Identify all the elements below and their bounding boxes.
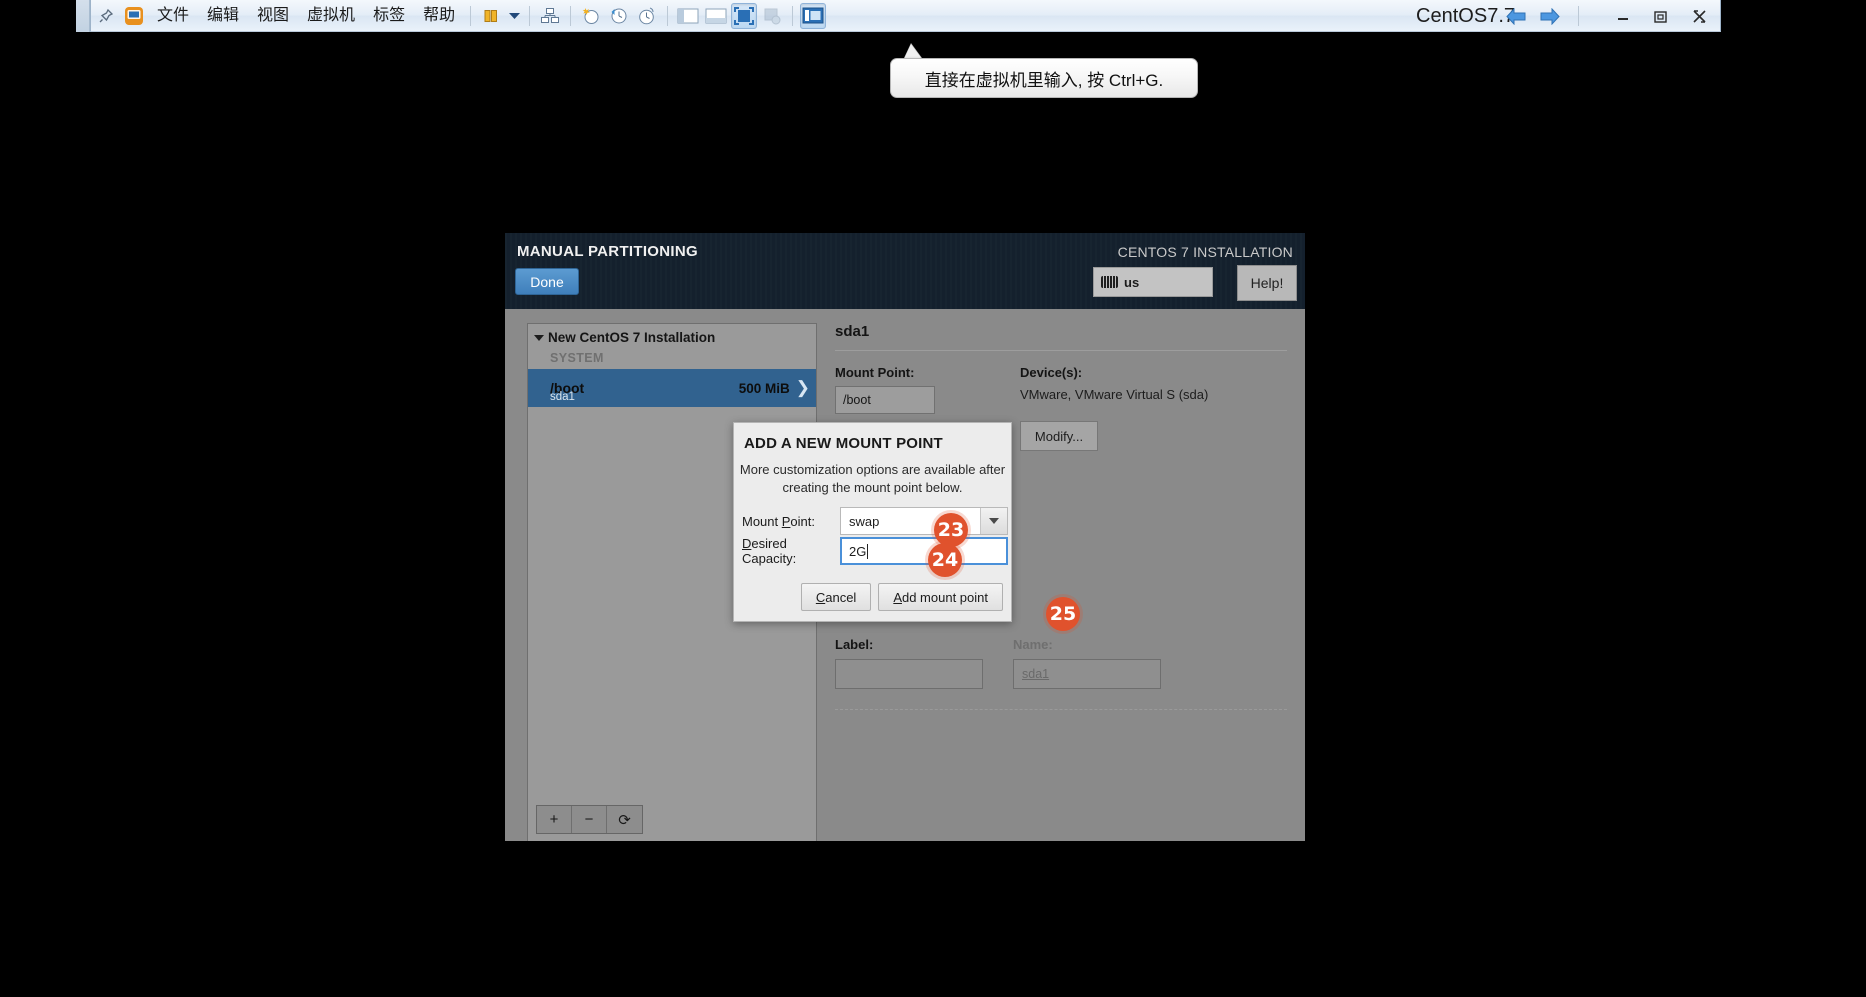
unity-mode-icon[interactable] xyxy=(759,3,785,29)
mount-point-label: Mount Point: xyxy=(835,365,915,380)
devices-label: Device(s): xyxy=(1020,365,1083,380)
devices-value: VMware, VMware Virtual S (sda) xyxy=(1020,387,1209,402)
toolbar-divider-5 xyxy=(792,5,794,26)
dialog-form: Mount Point: swap Desired Capacity: 2G xyxy=(742,507,1008,567)
modify-button[interactable]: Modify... xyxy=(1020,421,1098,451)
menu-help[interactable]: 帮助 xyxy=(414,1,464,31)
desired-capacity-row: Desired Capacity: 2G xyxy=(742,536,1008,566)
library-panel-icon[interactable] xyxy=(478,3,504,29)
add-mount-point-button[interactable]: Add mount point xyxy=(878,583,1003,611)
name-label: Name: xyxy=(1013,637,1053,652)
add-mount-point-dialog: ADD A NEW MOUNT POINT More customization… xyxy=(733,422,1012,622)
details-divider xyxy=(835,350,1287,351)
vmware-app-icon[interactable] xyxy=(121,3,147,29)
take-snapshot-icon[interactable] xyxy=(578,3,604,29)
chevron-right-icon[interactable]: ❯ xyxy=(796,378,810,398)
tooltip-tail xyxy=(904,44,922,59)
cancel-button[interactable]: Cancel xyxy=(800,583,872,611)
table-row[interactable]: /boot sda1 500 MiB ❯ xyxy=(528,369,816,407)
installer-header: MANUAL PARTITIONING CENTOS 7 INSTALLATIO… xyxy=(505,233,1305,309)
name-col: Name: sda1 xyxy=(1013,637,1191,689)
done-button[interactable]: Done xyxy=(515,268,579,295)
toolbar-divider-3 xyxy=(570,5,572,26)
help-button[interactable]: Help! xyxy=(1237,265,1297,301)
minimize-icon[interactable] xyxy=(1612,5,1634,27)
details-dashed-divider xyxy=(835,709,1287,710)
partition-device: sda1 xyxy=(550,391,575,403)
show-sidebar-icon[interactable] xyxy=(675,3,701,29)
mount-point-field[interactable]: /boot xyxy=(835,386,935,414)
chevron-down-icon[interactable] xyxy=(980,508,1007,534)
console-view-icon[interactable] xyxy=(800,2,827,29)
expander-triangle-icon[interactable] xyxy=(534,334,544,341)
menu-edit[interactable]: 编辑 xyxy=(198,1,248,31)
vm-nav-buttons xyxy=(1502,0,1585,32)
refresh-partitions-button[interactable]: ⟳ xyxy=(607,806,642,833)
snapshot-manager-icon[interactable] xyxy=(634,3,660,29)
menu-tabs[interactable]: 标签 xyxy=(364,1,414,31)
toolbar-divider-4 xyxy=(667,5,669,26)
desired-capacity-value: 2G xyxy=(849,543,867,559)
window-controls xyxy=(1612,0,1710,32)
remove-partition-button[interactable]: − xyxy=(572,806,607,833)
label-label: Label: xyxy=(835,637,874,652)
vm-title: CentOS7.7 xyxy=(1416,5,1515,27)
details-col-right: Device(s): VMware, VMware Virtual S (sda… xyxy=(1020,365,1220,451)
enter-fullscreen-icon[interactable] xyxy=(731,2,758,29)
details-title: sda1 xyxy=(835,323,870,340)
desired-capacity-input[interactable]: 2G xyxy=(840,537,1008,565)
restore-icon[interactable] xyxy=(1650,5,1672,27)
menu-vm[interactable]: 虚拟机 xyxy=(298,1,364,31)
mount-point-combo[interactable]: swap xyxy=(840,507,1008,535)
vmware-titlebar: 文件 编辑 视图 虚拟机 标签 帮助 CentOS7.7 xyxy=(90,0,1721,32)
keyboard-layout-indicator[interactable]: us xyxy=(1093,267,1213,297)
partition-size: 500 MiB xyxy=(738,380,790,396)
annotation-badge-23: 23 xyxy=(934,513,968,547)
keyboard-icon xyxy=(1101,276,1118,288)
mount-point-row: Mount Point: swap xyxy=(742,507,1008,535)
annotation-badge-25: 25 xyxy=(1046,597,1080,631)
revert-snapshot-icon[interactable] xyxy=(606,3,632,29)
annotation-badge-24: 24 xyxy=(928,543,962,577)
menu-view[interactable]: 视图 xyxy=(248,1,298,31)
partition-toolbar: + − ⟳ xyxy=(536,805,643,834)
pin-icon[interactable] xyxy=(93,3,119,29)
dialog-buttons: Cancel Add mount point xyxy=(800,583,1003,611)
partition-group-label: SYSTEM xyxy=(550,351,604,365)
label-input[interactable] xyxy=(835,659,983,689)
partition-details-bottom: Label: Name: sda1 xyxy=(835,637,1287,689)
dialog-mount-point-label: Mount Point: xyxy=(742,513,815,529)
forward-arrow-icon[interactable] xyxy=(1537,3,1563,29)
dialog-description: More customization options are available… xyxy=(739,462,1006,495)
label-col: Label: xyxy=(835,637,1013,689)
page-title: MANUAL PARTITIONING xyxy=(517,243,698,260)
product-title: CENTOS 7 INSTALLATION xyxy=(1117,244,1293,260)
label-name-row: Label: Name: sda1 xyxy=(835,637,1287,689)
name-input[interactable]: sda1 xyxy=(1013,659,1161,689)
partition-root-header[interactable]: New CentOS 7 Installation xyxy=(528,324,816,349)
partition-root-label: New CentOS 7 Installation xyxy=(548,330,716,345)
close-icon[interactable] xyxy=(1688,5,1710,27)
text-caret xyxy=(867,543,869,559)
keyboard-grab-tooltip: 直接在虚拟机里输入, 按 Ctrl+G. xyxy=(890,58,1198,98)
screen-root: 文件 编辑 视图 虚拟机 标签 帮助 CentOS7.7 直接在虚拟机里输入, … xyxy=(0,0,1866,997)
keyboard-layout-label: us xyxy=(1124,274,1140,290)
dialog-title: ADD A NEW MOUNT POINT xyxy=(744,435,943,452)
add-partition-button[interactable]: + xyxy=(537,806,572,833)
back-arrow-icon[interactable] xyxy=(1503,3,1529,29)
toolbar-divider xyxy=(470,5,472,26)
toolbar-divider-6 xyxy=(1578,6,1579,26)
menu-file[interactable]: 文件 xyxy=(148,1,198,31)
toolbar-left-strip xyxy=(76,0,90,32)
chevron-down-icon[interactable] xyxy=(506,3,522,29)
mount-point-combo-value: swap xyxy=(849,513,880,529)
toolbar-divider-2 xyxy=(529,5,531,26)
manage-vms-icon[interactable] xyxy=(537,3,563,29)
dialog-capacity-label: Desired Capacity: xyxy=(742,536,797,566)
desktop-background-left xyxy=(0,0,76,32)
show-thumbnails-icon[interactable] xyxy=(703,3,729,29)
